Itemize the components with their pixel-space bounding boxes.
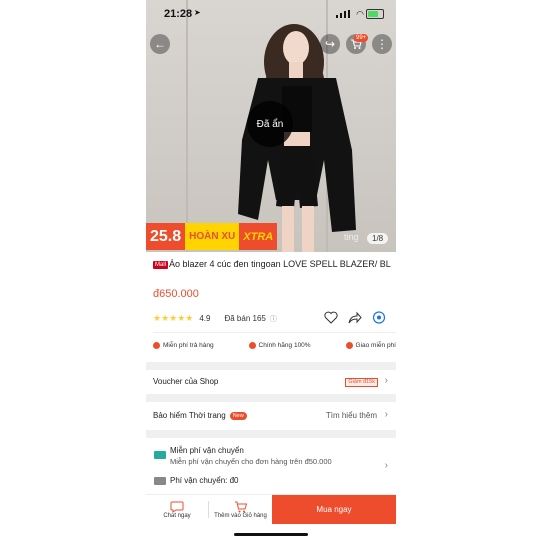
shield-icon (248, 342, 256, 349)
add-to-cart-label: Thêm vào Giỏ hàng (214, 512, 267, 519)
add-to-cart-button[interactable]: Thêm vào Giỏ hàng (209, 495, 272, 524)
add-cart-icon (234, 501, 247, 512)
promo-xtra: XTRA (239, 223, 278, 250)
more-button[interactable]: ⋮ (372, 34, 392, 54)
rating-value: 4.9 (199, 314, 211, 323)
voucher-label: Voucher của Shop (153, 377, 219, 386)
guarantee-free-return: Miễn phí trả hàng (153, 342, 214, 349)
bottom-bar: Chat ngay Thêm vào Giỏ hàng Mua ngay (146, 494, 396, 524)
image-counter: 1/8 (367, 233, 389, 244)
product-title: Mall Áo blazer 4 cúc đen tingoan LOVE SPE… (153, 258, 391, 271)
truck-icon (345, 342, 353, 349)
cart-count-badge: 99+ (354, 34, 369, 42)
share-product-icon[interactable] (348, 311, 362, 324)
star-rating-icon: ★★★★★ (153, 313, 194, 323)
chevron-right-icon: › (384, 460, 388, 471)
signal-icon (336, 10, 350, 18)
buy-now-button[interactable]: Mua ngay (272, 495, 396, 524)
chat-bubble-icon[interactable] (372, 311, 386, 324)
product-actions (324, 311, 386, 324)
chevron-right-icon: › (384, 409, 388, 420)
battery-icon (366, 9, 384, 19)
new-badge: New (229, 412, 247, 420)
watermark-text: ting (344, 232, 359, 242)
divider (153, 332, 396, 333)
home-indicator[interactable] (234, 533, 308, 536)
sold-count: Đã bán 165 (224, 314, 266, 323)
chat-icon (170, 501, 184, 513)
location-icon: ➤ (194, 8, 201, 17)
promo-label: HOÀN XU (185, 223, 240, 250)
promo-date: 25.8 (146, 223, 186, 250)
back-button[interactable]: ← (150, 34, 170, 54)
shipping-subtitle: Miễn phí vận chuyển cho đơn hàng trên đ5… (170, 457, 332, 466)
section-gap (146, 394, 396, 402)
mall-badge: Mall (153, 261, 169, 269)
guarantee-free-ship: Giao miễn phí (345, 342, 396, 349)
return-icon (153, 342, 160, 349)
truck-icon (154, 451, 166, 459)
info-icon[interactable]: ⓘ (270, 314, 277, 324)
guarantee-row[interactable]: Miễn phí trả hàng Chính hãng 100% Giao m… (153, 342, 396, 349)
status-time: 21:28 (164, 8, 193, 20)
hidden-overlay: Đã ẩn (247, 101, 293, 147)
product-price: đ650.000 (153, 288, 199, 300)
promo-banner[interactable]: 25.8 HOÀN XU XTRA (146, 223, 278, 250)
back-arrow-icon: ← (154, 37, 166, 51)
rating-row[interactable]: ★★★★★ 4.9 Đã bán 165 ⓘ (153, 313, 277, 324)
section-gap (146, 430, 396, 438)
product-screen: Đã ẩn ting 1/8 25.8 HOÀN XU XTRA 21:28 ➤… (146, 0, 396, 543)
product-title-text: Áo blazer 4 cúc đen tingoan LOVE SPELL B… (169, 259, 391, 269)
insurance-label: Bảo hiểm Thời trang (153, 411, 226, 420)
shipping-fee: Phí vận chuyển: đ0 (170, 476, 239, 485)
delivery-icon (154, 477, 166, 485)
share-button[interactable]: ↪ (320, 34, 340, 54)
chat-now-button[interactable]: Chat ngay (146, 495, 208, 524)
chat-now-label: Chat ngay (163, 512, 191, 519)
share-icon: ↪ (324, 37, 336, 51)
chevron-right-icon: › (384, 375, 388, 386)
status-bar: 21:28 ➤ ◠ (146, 0, 396, 26)
shipping-title: Miễn phí vận chuyển (170, 446, 244, 455)
learn-more-link[interactable]: Tìm hiểu thêm (326, 411, 377, 420)
heart-icon[interactable] (324, 311, 338, 324)
guarantee-authentic: Chính hãng 100% (248, 342, 311, 349)
section-gap (146, 362, 396, 370)
voucher-tag: Giảm đ15k (345, 378, 378, 387)
more-vertical-icon: ⋮ (376, 37, 388, 51)
wifi-icon: ◠ (356, 9, 364, 19)
